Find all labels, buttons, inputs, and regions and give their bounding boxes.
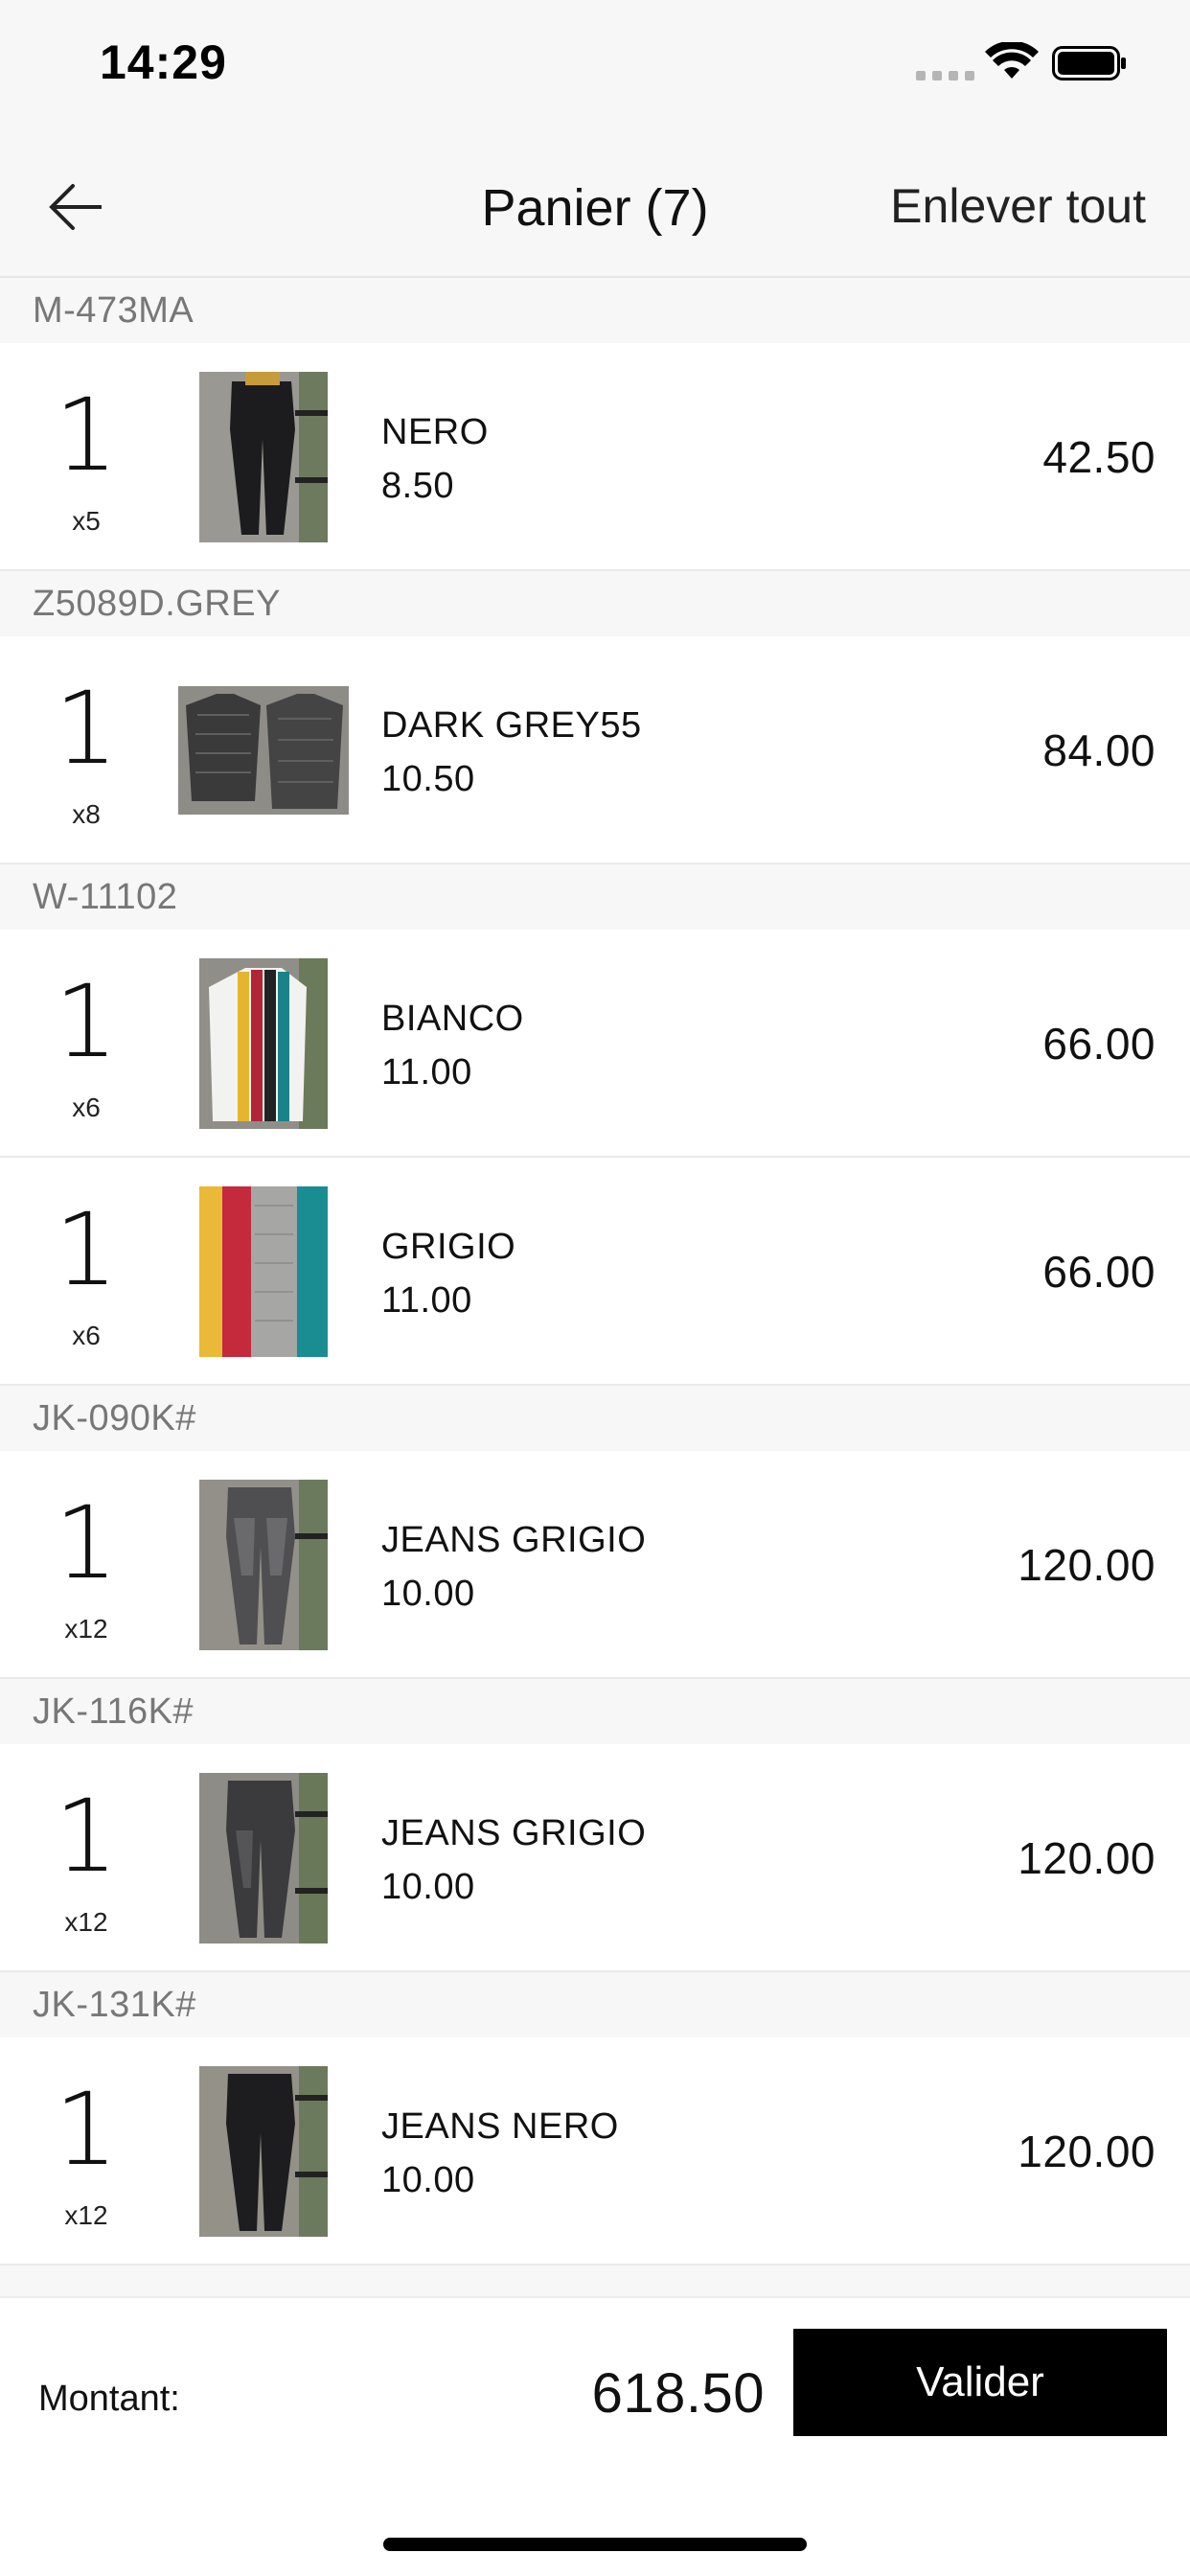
- checkout-footer: Montant: 618.50 Valider: [0, 2296, 1190, 2576]
- section-header-product-code: Z5089D.GREY: [0, 571, 1190, 636]
- remove-all-button[interactable]: Enlever tout: [890, 178, 1146, 234]
- item-unit-price: 10.00: [381, 1574, 475, 1614]
- cellular-signal-icon: [916, 71, 974, 80]
- item-unit-price: 11.00: [381, 1280, 472, 1321]
- item-total: 66.00: [1042, 1019, 1156, 1069]
- home-indicator[interactable]: [383, 2538, 807, 2551]
- item-total: 66.00: [1042, 1247, 1156, 1297]
- quantity-value[interactable]: 1: [29, 678, 144, 778]
- cart-item[interactable]: 1 x5 NERO 8.50 42.50: [0, 343, 1190, 571]
- item-unit-price: 10.50: [381, 759, 475, 799]
- quantity-value[interactable]: 1: [29, 1493, 144, 1593]
- amount-value: 618.50: [591, 2362, 765, 2425]
- item-total: 120.00: [1018, 2127, 1156, 2176]
- quantity-value[interactable]: 1: [29, 972, 144, 1071]
- cart-item[interactable]: 1 x12 JEANS NERO 10.00 120.00: [0, 2037, 1190, 2266]
- item-unit-price: 10.00: [381, 1867, 475, 1907]
- section-header-product-code: JK-131K#: [0, 1972, 1190, 2037]
- quantity-value[interactable]: 1: [29, 1786, 144, 1886]
- item-name: GRIGIO: [381, 1227, 516, 1267]
- validate-button[interactable]: Valider: [793, 2329, 1167, 2436]
- product-image-grey-striped-sweater[interactable]: [199, 1186, 328, 1357]
- section-header-product-code: JK-116K#: [0, 1679, 1190, 1744]
- item-name: BIANCO: [381, 999, 524, 1039]
- quantity-multiplier: x12: [64, 1907, 108, 1937]
- cart-item[interactable]: 1 x6 BIANCO 11.00 66.00: [0, 930, 1190, 1158]
- quantity-value[interactable]: 1: [29, 385, 144, 485]
- quantity-multiplier: x12: [64, 1614, 108, 1644]
- product-image-dark-pants[interactable]: [199, 372, 328, 542]
- item-name: JEANS GRIGIO: [381, 1813, 647, 1853]
- battery-icon: [1052, 46, 1126, 80]
- item-unit-price: 8.50: [381, 466, 454, 506]
- back-arrow-icon[interactable]: [38, 169, 115, 245]
- cart-list: M-473MA 1 x5 NERO 8.50 42.50 Z5089D.GREY…: [0, 278, 1190, 2304]
- quantity-multiplier: x6: [72, 1092, 101, 1122]
- cart-item[interactable]: 1 x8 DARK GREY55 10.50 84.00: [0, 636, 1190, 864]
- quantity-multiplier: x5: [72, 506, 101, 536]
- item-unit-price: 10.00: [381, 2160, 475, 2200]
- item-total: 42.50: [1042, 432, 1156, 482]
- product-image-grey-jeans[interactable]: [199, 1773, 328, 1944]
- cart-item[interactable]: 1 x12 JEANS GRIGIO 10.00 120.00: [0, 1744, 1190, 1972]
- section-header-product-code: M-473MA: [0, 278, 1190, 343]
- product-image-grey-jeans[interactable]: [199, 1480, 328, 1650]
- item-total: 84.00: [1042, 725, 1156, 775]
- amount-label: Montant:: [38, 2379, 180, 2419]
- section-header-product-code: JK-090K#: [0, 1386, 1190, 1451]
- item-name: JEANS NERO: [381, 2106, 619, 2147]
- item-name: JEANS GRIGIO: [381, 1520, 647, 1560]
- cart-item[interactable]: 1 x6 GRIGIO 11.00 66.00: [0, 1158, 1190, 1386]
- product-image-white-striped-sweater[interactable]: [199, 958, 328, 1129]
- item-total: 120.00: [1018, 1833, 1156, 1883]
- status-bar: 14:29: [0, 0, 1190, 134]
- product-image-black-jeans[interactable]: [199, 2066, 328, 2237]
- product-image-grey-knit-sweater[interactable]: [178, 686, 349, 815]
- item-name: NERO: [381, 412, 489, 452]
- quantity-multiplier: x8: [72, 799, 101, 829]
- item-unit-price: 11.00: [381, 1052, 472, 1092]
- status-time: 14:29: [100, 35, 227, 89]
- item-name: DARK GREY55: [381, 705, 642, 746]
- quantity-value[interactable]: 1: [29, 2080, 144, 2179]
- quantity-value[interactable]: 1: [29, 1200, 144, 1300]
- quantity-multiplier: x6: [72, 1321, 101, 1350]
- wifi-icon: [985, 42, 1039, 79]
- cart-item[interactable]: 1 x12 JEANS GRIGIO 10.00 120.00: [0, 1451, 1190, 1679]
- nav-bar: Panier (7) Enlever tout: [0, 134, 1190, 278]
- quantity-multiplier: x12: [64, 2200, 108, 2230]
- section-header-product-code: W-11102: [0, 864, 1190, 930]
- item-total: 120.00: [1018, 1540, 1156, 1590]
